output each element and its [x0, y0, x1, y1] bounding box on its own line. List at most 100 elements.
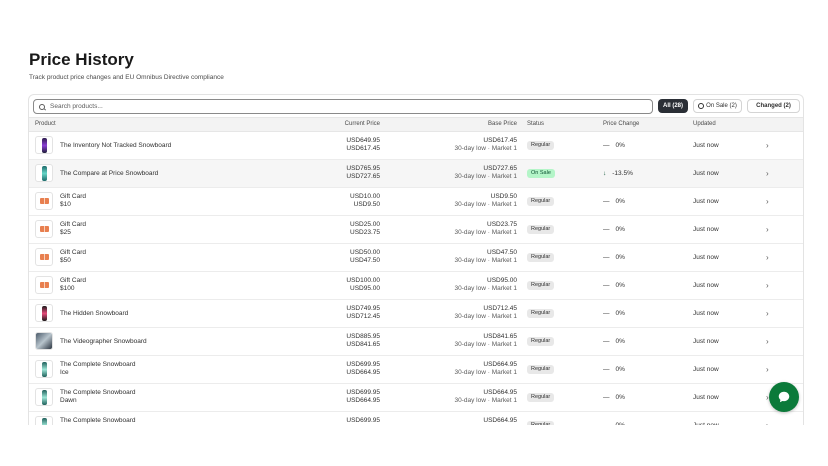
chevron-right-icon[interactable]: › [766, 281, 769, 290]
status-badge: Regular [527, 421, 555, 425]
base-price: USD95.00 [487, 277, 517, 284]
product-thumbnail [35, 388, 53, 406]
table-row[interactable]: Gift Card $50 USD50.00 USD47.50 USD47.50 30-d… [29, 244, 803, 272]
updated-time: Just now [693, 142, 719, 149]
table-row[interactable]: The Inventory Not Tracked Snowboard USD64… [29, 132, 803, 160]
search-input[interactable] [50, 103, 610, 110]
snowboard-image [42, 166, 47, 181]
table-row[interactable]: Gift Card $10 USD10.00 USD9.50 USD9.50 30-day… [29, 188, 803, 216]
product-thumbnail [35, 416, 53, 425]
price-change-value: 0% [615, 226, 625, 233]
product-name[interactable]: Gift Card [60, 193, 86, 201]
current-price-cell: USD699.95USD664.95 [346, 361, 380, 377]
price-change-cell: — 0% [603, 394, 625, 401]
status-badge: Regular [527, 337, 555, 346]
price-change-cell: — 0% [603, 254, 625, 261]
product-name[interactable]: The Compare at Price Snowboard [60, 170, 158, 177]
base-price-note: 30-day low · Market 1 [454, 229, 518, 236]
header-price-change: Price Change [603, 121, 640, 127]
chevron-right-icon[interactable]: › [766, 309, 769, 318]
updated-time: Just now [693, 282, 719, 289]
product-thumbnail [35, 136, 53, 154]
chevron-right-icon[interactable]: › [766, 169, 769, 178]
table-row[interactable]: The Videographer Snowboard USD885.95 USD84… [29, 328, 803, 356]
price-table-card: All (28) On Sale (2) Changed (2) Product… [28, 94, 804, 425]
price-history-page: Price History Track product price change… [0, 0, 828, 466]
table-row[interactable]: Gift Card $100 USD100.00 USD95.00 USD95.00 30… [29, 272, 803, 300]
base-price-note: 30-day low · Market 1 [454, 201, 518, 208]
table-row[interactable]: The Complete SnowboardPowder USD699.95 USD… [29, 412, 803, 425]
gift-card-icon [40, 254, 49, 260]
current-price-cell: USD649.95 USD617.45 [346, 137, 380, 153]
chevron-right-icon[interactable]: › [766, 197, 769, 206]
table-row[interactable]: The Complete Snowboard Ice USD699.95 USD664… [29, 356, 803, 384]
table-row[interactable]: The Complete Snowboard Dawn USD699.95 USD66… [29, 384, 803, 412]
dash-icon: — [603, 366, 610, 373]
current-price-cell: USD10.00 USD9.50 [350, 193, 380, 209]
updated-time: Just now [693, 226, 719, 233]
table-row[interactable]: Gift Card $25 USD25.00 USD23.75 USD23.75 30-d… [29, 216, 803, 244]
dash-icon: — [603, 254, 610, 261]
header-current-price: Current Price [344, 121, 380, 127]
dash-icon: — [603, 226, 610, 233]
product-name[interactable]: The Hidden Snowboard [60, 310, 128, 317]
current-price-cell: USD25.00 USD23.75 [350, 221, 380, 237]
filter-changed-button[interactable]: Changed (2) [747, 99, 800, 113]
product-thumbnail [35, 164, 53, 182]
table-row[interactable]: The Compare at Price Snowboard USD765.95 U… [29, 160, 803, 188]
product-name[interactable]: The Inventory Not Tracked Snowboard [60, 142, 171, 149]
updated-time: Just now [693, 198, 719, 205]
header-product: Product [35, 121, 56, 127]
snowboard-image [42, 138, 47, 153]
chevron-right-icon[interactable]: › [766, 253, 769, 262]
status-badge: Regular [527, 309, 555, 318]
product-name[interactable]: The Complete Snowboard [60, 417, 136, 425]
chevron-right-icon[interactable]: › [766, 141, 769, 150]
chevron-right-icon[interactable]: › [766, 421, 769, 425]
base-price: USD47.50 [487, 249, 517, 256]
filter-on-sale-button[interactable]: On Sale (2) [693, 99, 742, 113]
product-name[interactable]: The Complete Snowboard [60, 361, 136, 369]
base-price: USD617.45 [483, 137, 517, 144]
base-price-cell: USD95.00 30-day low · Market 1 [455, 277, 518, 293]
base-price-cell: USD47.50 30-day low · Market 1 [455, 249, 518, 265]
product-name[interactable]: Gift Card [60, 249, 86, 257]
price-change-cell: — 0% [603, 310, 625, 317]
status-badge: Regular [527, 393, 555, 402]
status-badge: Regular [527, 225, 555, 234]
filter-on-sale-label: On Sale (2) [706, 103, 737, 109]
updated-time: Just now [693, 394, 719, 401]
product-name[interactable]: Gift Card [60, 221, 86, 229]
status-badge: Regular [527, 197, 555, 206]
header-updated: Updated [693, 121, 716, 127]
chevron-right-icon[interactable]: › [766, 337, 769, 346]
base-price-cell: USD664.9530-day low · Market 1 [455, 417, 517, 425]
current-price: USD699.95 [346, 389, 380, 396]
search-icon [39, 103, 45, 110]
chat-button[interactable] [769, 382, 799, 412]
dash-icon: — [603, 338, 610, 345]
product-name[interactable]: The Complete Snowboard [60, 389, 136, 397]
table-body: The Inventory Not Tracked Snowboard USD64… [29, 132, 803, 425]
price-change-cell: — 0% [603, 338, 625, 345]
base-price: USD727.65 [483, 165, 517, 172]
chevron-right-icon[interactable]: › [766, 225, 769, 234]
product-name-cell: The Complete Snowboard Ice [60, 361, 136, 377]
current-price: USD699.95 [346, 417, 380, 424]
current-price: USD649.95 [346, 137, 380, 144]
search-box[interactable] [33, 99, 653, 114]
product-name-cell: The Complete SnowboardPowder [60, 417, 136, 425]
dash-icon: — [603, 394, 610, 401]
product-name[interactable]: The Videographer Snowboard [60, 338, 147, 345]
table-row[interactable]: The Hidden Snowboard USD749.95 USD712.45 US… [29, 300, 803, 328]
price-change-value: 0% [615, 142, 625, 149]
chevron-right-icon[interactable]: › [766, 365, 769, 374]
dash-icon: — [603, 282, 610, 289]
filter-all-button[interactable]: All (28) [658, 99, 688, 113]
current-price-secondary: USD23.75 [350, 229, 380, 236]
price-change-cell: — 0% [603, 142, 625, 149]
product-name[interactable]: Gift Card [60, 277, 86, 285]
price-change-cell: — 0% [603, 226, 625, 233]
table-toolbar: All (28) On Sale (2) Changed (2) [29, 95, 803, 117]
current-price-cell: USD50.00 USD47.50 [350, 249, 380, 265]
